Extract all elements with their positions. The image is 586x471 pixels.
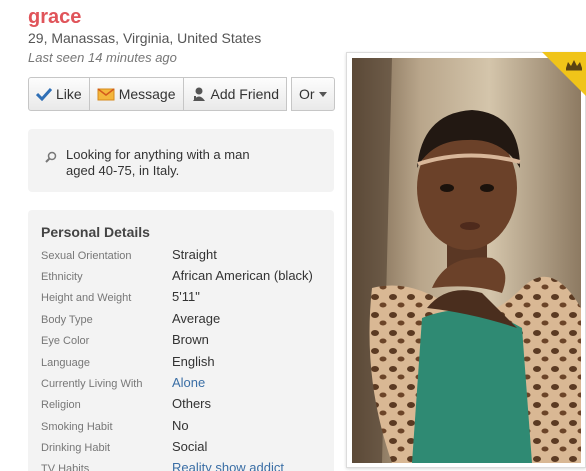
detail-row: Eye Color Brown — [28, 330, 334, 351]
detail-row: Language English — [28, 352, 334, 373]
profile-location: 29, Manassas, Virginia, United States — [28, 30, 262, 46]
caret-down-icon — [318, 91, 327, 97]
detail-key: Ethnicity — [41, 271, 83, 283]
detail-row: Ethnicity African American (black) — [28, 266, 334, 287]
detail-row: Currently Living With Alone — [28, 373, 334, 394]
detail-key: Currently Living With — [41, 378, 143, 390]
looking-for-box: Looking for anything with a man aged 40-… — [28, 129, 334, 192]
add-friend-button[interactable]: Add Friend — [182, 77, 287, 111]
personal-details-panel: Personal Details Sexual Orientation Strai… — [28, 210, 334, 471]
detail-row: Drinking Habit Social — [28, 437, 334, 458]
detail-value: Brown — [172, 332, 209, 347]
profile-name: grace — [28, 6, 82, 28]
detail-key: Language — [41, 357, 90, 369]
detail-key: Religion — [41, 399, 81, 411]
detail-key: Drinking Habit — [41, 442, 111, 454]
detail-row: Smoking Habit No — [28, 416, 334, 437]
detail-value: Others — [172, 396, 212, 411]
or-label: Or — [298, 86, 315, 102]
detail-key: Height and Weight — [41, 292, 132, 304]
personal-details-title: Personal Details — [41, 224, 150, 240]
action-buttons: Like Message Add Friend Or — [28, 77, 335, 111]
detail-value: Straight — [172, 247, 217, 262]
message-button[interactable]: Message — [88, 77, 184, 111]
detail-key: Body Type — [41, 314, 93, 326]
detail-value: 5'11" — [172, 289, 200, 304]
or-dropdown-button[interactable]: Or — [290, 77, 335, 111]
premium-crown-badge — [542, 52, 586, 96]
last-seen: Last seen 14 minutes ago — [28, 50, 177, 65]
looking-for-line-2: aged 40-75, in Italy. — [66, 163, 180, 178]
like-label: Like — [56, 86, 82, 102]
message-label: Message — [118, 86, 176, 102]
detail-value: English — [172, 354, 215, 369]
envelope-icon — [97, 87, 115, 101]
detail-key: Smoking Habit — [41, 421, 113, 433]
profile-photo[interactable] — [352, 58, 581, 463]
detail-key: Eye Color — [41, 335, 90, 347]
detail-value-link[interactable]: Alone — [172, 375, 205, 390]
detail-row: Body Type Average — [28, 309, 334, 330]
detail-row: Height and Weight 5'11" — [28, 287, 334, 308]
detail-value: Social — [172, 439, 208, 454]
profile-photo-frame[interactable] — [346, 52, 586, 468]
detail-row: Religion Others — [28, 394, 334, 415]
detail-value-link[interactable]: Reality show addict — [172, 460, 284, 471]
detail-row: TV Habits Reality show addict — [28, 458, 334, 471]
add-friend-label: Add Friend — [210, 86, 279, 102]
person-add-icon — [191, 86, 207, 102]
looking-for-line-1: Looking for anything with a man — [66, 147, 250, 162]
detail-key: TV Habits — [41, 463, 90, 471]
magnifier-icon — [45, 150, 57, 168]
detail-value: No — [172, 418, 189, 433]
detail-value: Average — [172, 311, 221, 326]
looking-for-text: Looking for anything with a man aged 40-… — [66, 147, 250, 179]
like-button[interactable]: Like — [28, 77, 90, 111]
check-icon — [36, 87, 52, 101]
detail-row: Sexual Orientation Straight — [28, 245, 334, 266]
detail-key: Sexual Orientation — [41, 250, 132, 262]
detail-value: African American (black) — [172, 268, 313, 283]
